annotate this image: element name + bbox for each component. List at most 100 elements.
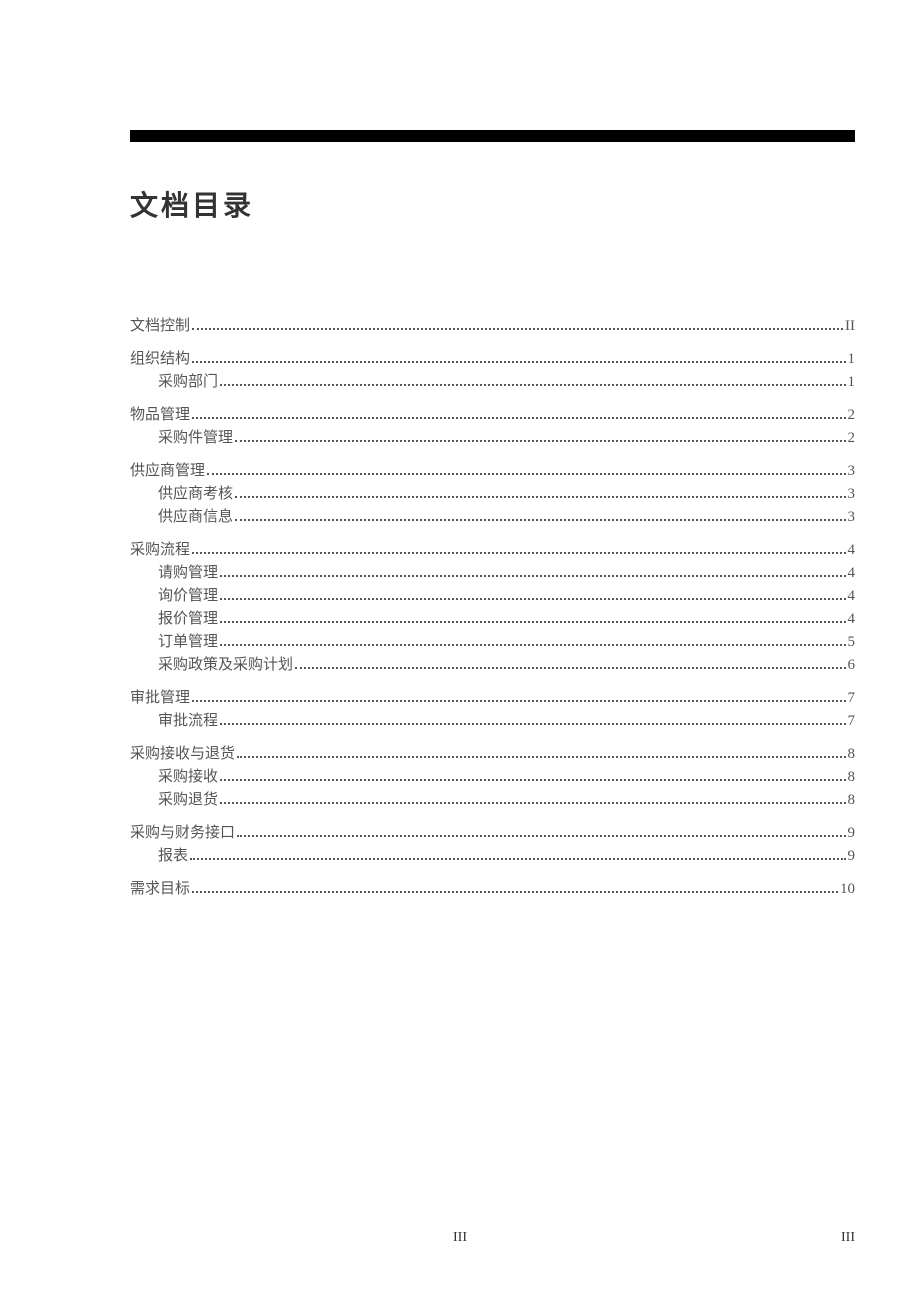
toc-label: 请购管理 xyxy=(158,563,218,584)
toc-label: 采购退货 xyxy=(158,790,218,811)
toc-entry-level-2: 供应商信息 3 xyxy=(130,507,855,528)
toc-entry-level-2: 采购接收 8 xyxy=(130,767,855,788)
toc-page-number: 3 xyxy=(848,461,856,482)
footer-page-center: III xyxy=(453,1230,467,1246)
toc-page-number: 6 xyxy=(848,655,856,676)
toc-section: 采购流程 4 请购管理 4 询价管理 4 报价管理 4 订单管理 5 采购政策及采购计划 6 xyxy=(130,540,855,676)
toc-entry-level-1: 采购流程 4 xyxy=(130,540,855,561)
page-footer: III III xyxy=(0,1230,920,1246)
toc-leader-dots xyxy=(295,667,845,669)
toc-entry-level-1: 需求目标 10 xyxy=(130,879,855,900)
toc-label: 需求目标 xyxy=(130,879,190,900)
toc-label: 采购接收 xyxy=(158,767,218,788)
toc-page-number: II xyxy=(845,316,855,337)
toc-page-number: 2 xyxy=(848,405,856,426)
toc-label: 采购流程 xyxy=(130,540,190,561)
toc-leader-dots xyxy=(220,384,845,386)
toc-entry-level-2: 采购退货 8 xyxy=(130,790,855,811)
toc-label: 采购接收与退货 xyxy=(130,744,235,765)
toc-entry-level-2: 采购部门 1 xyxy=(130,372,855,393)
toc-entry-level-2: 采购政策及采购计划 6 xyxy=(130,655,855,676)
toc-section: 需求目标 10 xyxy=(130,879,855,900)
toc-leader-dots xyxy=(220,621,845,623)
toc-entry-level-1: 组织结构 1 xyxy=(130,349,855,370)
toc-label: 询价管理 xyxy=(158,586,218,607)
toc-entry-level-2: 审批流程 7 xyxy=(130,711,855,732)
toc-label: 订单管理 xyxy=(158,632,218,653)
toc-section: 供应商管理 3 供应商考核 3 供应商信息 3 xyxy=(130,461,855,528)
toc-entry-level-1: 采购接收与退货 8 xyxy=(130,744,855,765)
toc-entry-level-1: 供应商管理 3 xyxy=(130,461,855,482)
toc-page-number: 9 xyxy=(848,823,856,844)
toc-section: 组织结构 1 采购部门 1 xyxy=(130,349,855,393)
toc-leader-dots xyxy=(192,361,845,363)
toc-page-number: 8 xyxy=(848,790,856,811)
document-page: 文档目录 文档控制II组织结构1采购部门1物品管理2采购件管理2供应商管理3供应… xyxy=(0,0,920,900)
toc-leader-dots xyxy=(220,575,845,577)
toc-leader-dots xyxy=(237,835,845,837)
toc-page-number: 8 xyxy=(848,767,856,788)
toc-page-number: 10 xyxy=(840,879,855,900)
toc-entry-level-2: 订单管理 5 xyxy=(130,632,855,653)
toc-entry-level-2: 采购件管理2 xyxy=(130,428,855,449)
toc-label: 供应商信息 xyxy=(158,507,233,528)
toc-label: 采购与财务接口 xyxy=(130,823,235,844)
toc-label: 审批管理 xyxy=(130,688,190,709)
toc-page-number: 8 xyxy=(848,744,856,765)
toc-leader-dots xyxy=(235,440,845,442)
toc-leader-dots xyxy=(192,891,838,893)
header-bar xyxy=(130,130,855,142)
toc-page-number: 2 xyxy=(848,428,856,449)
toc-leader-dots xyxy=(220,598,845,600)
toc-label: 供应商管理 xyxy=(130,461,205,482)
toc-label: 物品管理 xyxy=(130,405,190,426)
toc-page-number: 4 xyxy=(848,563,856,584)
toc-label: 报价管理 xyxy=(158,609,218,630)
toc-page-number: 4 xyxy=(848,540,856,561)
toc-label: 审批流程 xyxy=(158,711,218,732)
toc-entry-level-2: 报价管理 4 xyxy=(130,609,855,630)
toc-page-number: 5 xyxy=(848,632,856,653)
toc-entry-level-2: 请购管理 4 xyxy=(130,563,855,584)
toc-label: 采购政策及采购计划 xyxy=(158,655,293,676)
toc-section: 审批管理 7 审批流程 7 xyxy=(130,688,855,732)
toc-label: 供应商考核 xyxy=(158,484,233,505)
toc-leader-dots xyxy=(192,328,843,330)
toc-entry-level-1: 文档控制 II xyxy=(130,316,855,337)
toc-leader-dots xyxy=(220,802,845,804)
toc-leader-dots xyxy=(237,756,845,758)
toc-label: 组织结构 xyxy=(130,349,190,370)
toc-page-number: 1 xyxy=(848,372,856,393)
toc-leader-dots xyxy=(220,779,845,781)
toc-leader-dots xyxy=(190,858,845,860)
toc-page-number: 1 xyxy=(848,349,856,370)
toc-leader-dots xyxy=(192,417,845,419)
toc-entry-level-1: 审批管理 7 xyxy=(130,688,855,709)
page-title: 文档目录 xyxy=(130,184,855,224)
toc-leader-dots xyxy=(207,473,845,475)
toc-page-number: 7 xyxy=(848,711,856,732)
toc-page-number: 3 xyxy=(848,507,856,528)
toc-page-number: 4 xyxy=(848,609,856,630)
table-of-contents: 文档控制II组织结构1采购部门1物品管理2采购件管理2供应商管理3供应商考核3供… xyxy=(130,316,855,900)
toc-page-number: 9 xyxy=(848,846,856,867)
toc-section: 文档控制 II xyxy=(130,316,855,337)
toc-page-number: 4 xyxy=(848,586,856,607)
toc-label: 报表 xyxy=(158,846,188,867)
toc-leader-dots xyxy=(192,552,845,554)
toc-page-number: 3 xyxy=(848,484,856,505)
toc-section: 采购接收与退货 8 采购接收 8 采购退货 8 xyxy=(130,744,855,811)
toc-label: 文档控制 xyxy=(130,316,190,337)
footer-page-right: III xyxy=(841,1230,855,1246)
toc-section: 采购与财务接口 9 报表 9 xyxy=(130,823,855,867)
toc-leader-dots xyxy=(235,496,845,498)
toc-entry-level-2: 供应商考核 3 xyxy=(130,484,855,505)
toc-page-number: 7 xyxy=(848,688,856,709)
toc-entry-level-2: 询价管理 4 xyxy=(130,586,855,607)
toc-leader-dots xyxy=(220,644,845,646)
toc-leader-dots xyxy=(192,700,845,702)
toc-leader-dots xyxy=(220,723,845,725)
toc-section: 物品管理 2采购件管理2 xyxy=(130,405,855,449)
toc-entry-level-2: 报表 9 xyxy=(130,846,855,867)
toc-label: 采购部门 xyxy=(158,372,218,393)
